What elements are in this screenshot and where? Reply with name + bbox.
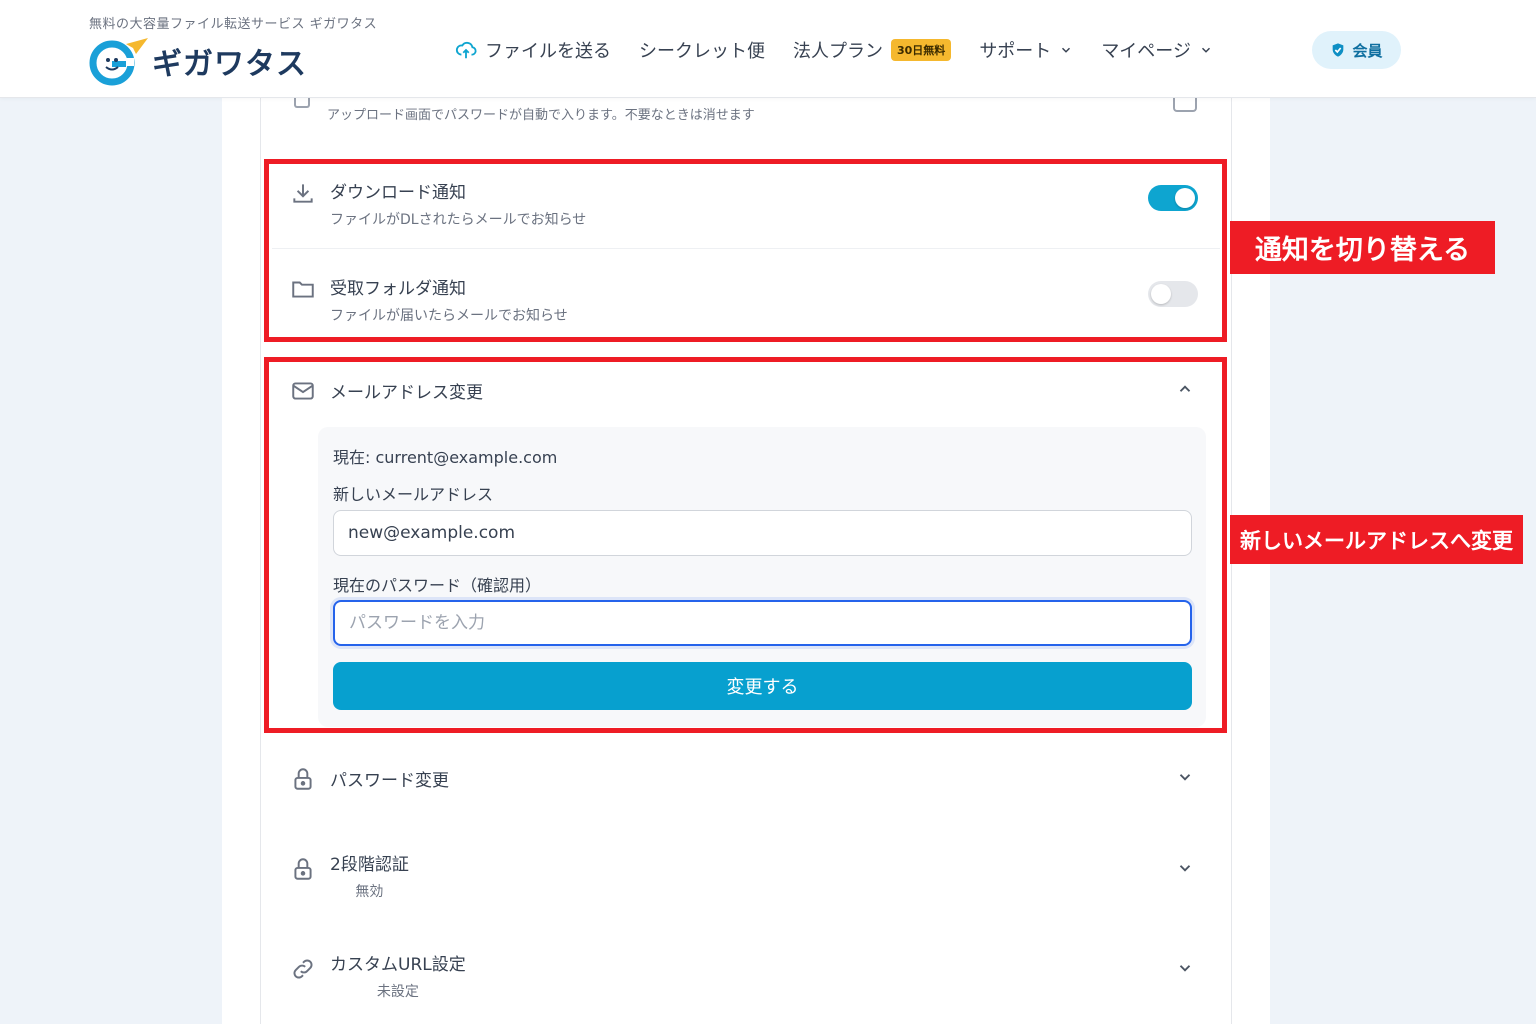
custom-url-title: カスタムURL設定: [330, 955, 466, 975]
email-highlight-frame: [264, 357, 1227, 733]
custom-url-row[interactable]: カスタムURL設定 未設定: [290, 950, 1202, 1001]
site-header: 無料の大容量ファイル転送サービス ギガワタス ギガワタス ファイルを送る シーク…: [0, 0, 1536, 98]
site-logo[interactable]: ギガワタス: [88, 36, 307, 86]
auto-password-description: アップロード画面でパスワードが自動で入ります。不要なときは消せます: [327, 108, 755, 123]
nav-label: ファイルを送る: [485, 41, 611, 62]
chevron-down-icon[interactable]: [1176, 768, 1194, 786]
shield-check-icon: [1333, 43, 1344, 57]
member-label: 会員: [1352, 41, 1383, 60]
logo-text: ギガワタス: [152, 47, 307, 82]
chevron-down-icon[interactable]: [1176, 959, 1194, 977]
nav-label: 法人プラン: [793, 41, 883, 62]
nav-mypage[interactable]: マイページ: [1101, 37, 1213, 63]
chevron-down-icon[interactable]: [1176, 859, 1194, 877]
nav-label: シークレット便: [639, 41, 765, 62]
member-button[interactable]: 会員: [1312, 31, 1401, 69]
two-factor-title: 2段階認証: [330, 855, 409, 875]
toggle-annotation: 通知を切り替える: [1230, 221, 1495, 274]
password-change-title: パスワード変更: [330, 771, 449, 791]
site-tagline: 無料の大容量ファイル転送サービス ギガワタス: [89, 17, 378, 32]
chevron-down-icon: [1201, 47, 1210, 53]
password-change-row[interactable]: パスワード変更: [290, 764, 1202, 792]
nav-support[interactable]: サポート: [979, 37, 1073, 63]
email-annotation: 新しいメールアドレスへ変更: [1230, 515, 1523, 564]
nav-send-file[interactable]: ファイルを送る: [455, 37, 611, 63]
two-factor-status: 無効: [355, 884, 384, 900]
nav-secret-delivery[interactable]: シークレット便: [639, 37, 765, 63]
lock-icon: [294, 768, 312, 790]
cloud-upload-icon: [455, 41, 477, 59]
nav-label: マイページ: [1101, 41, 1191, 62]
logo-mark-icon: [89, 38, 148, 86]
main-nav: ファイルを送る シークレット便 法人プラン 30日無料 サポート マイページ: [455, 30, 1241, 70]
lock-icon: [294, 858, 312, 880]
custom-url-status: 未設定: [376, 984, 419, 1000]
free-trial-badge: 30日無料: [891, 39, 952, 61]
chevron-down-icon: [1062, 47, 1071, 53]
nav-label: サポート: [979, 41, 1052, 62]
nav-business-plan[interactable]: 法人プラン 30日無料: [793, 37, 952, 63]
two-factor-row[interactable]: 2段階認証 無効: [290, 850, 1202, 901]
link-icon: [293, 959, 313, 979]
toggle-highlight-frame: [264, 159, 1227, 342]
partial-row-icon: [294, 98, 310, 108]
